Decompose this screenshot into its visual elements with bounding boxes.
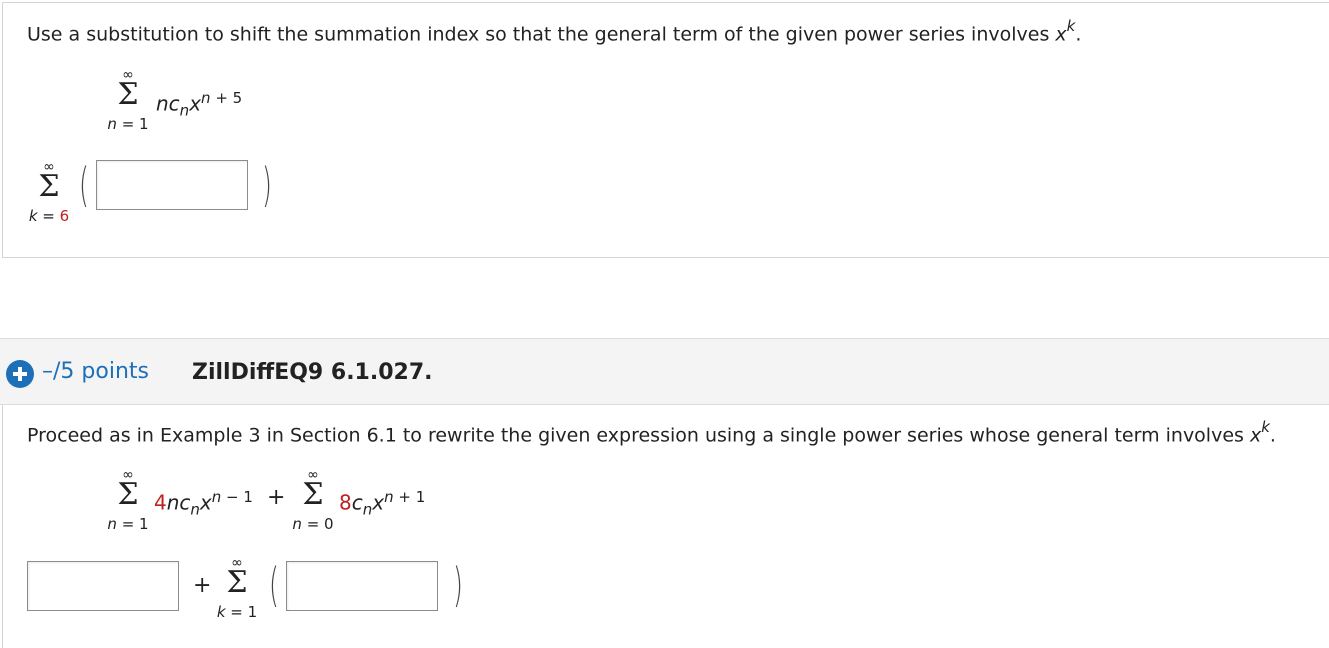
instruction-end: .	[1075, 23, 1082, 46]
right-paren: )	[453, 558, 463, 612]
question-1-instruction: Use a substitution to shift the summatio…	[27, 17, 1082, 46]
instruction-end: .	[1269, 424, 1276, 447]
first-summation: ∞ Σ n = 1	[98, 467, 158, 547]
instruction-var: x	[1055, 23, 1067, 46]
question-2-instruction: Proceed as in Example 3 in Section 6.1 t…	[27, 418, 1276, 447]
instruction-sup: k	[1261, 418, 1270, 436]
sigma-symbol: Σ	[302, 477, 324, 512]
given-series-term: ncnxn + 5	[156, 89, 243, 120]
instruction-text: Proceed as in Example 3 in Section 6.1 t…	[27, 424, 1250, 447]
sum-lower-limit: n = 1	[107, 115, 149, 133]
left-paren: (	[269, 558, 279, 612]
points-label: –/5 points	[42, 359, 149, 384]
sigma-symbol: Σ	[117, 477, 139, 512]
question-2-panel: Proceed as in Example 3 in Section 6.1 t…	[2, 405, 1329, 648]
question-id: ZillDiffEQ9 6.1.027.	[192, 360, 433, 385]
page: Use a substitution to shift the summatio…	[0, 0, 1329, 648]
plus-circle-icon[interactable]	[6, 360, 34, 388]
second-summation: ∞ Σ n = 0	[283, 467, 343, 547]
right-paren: )	[262, 158, 272, 212]
sum-lower-limit: n = 1	[107, 515, 149, 533]
sum-lower-limit: n = 0	[292, 515, 334, 533]
question-1-panel: Use a substitution to shift the summatio…	[2, 2, 1329, 258]
answer-summation: ∞ Σ k = 6	[19, 159, 79, 239]
answer-input-series-term[interactable]	[286, 561, 438, 611]
sigma-symbol: Σ	[117, 77, 139, 112]
given-summation: ∞ Σ n = 1	[98, 67, 158, 147]
instruction-var: x	[1249, 424, 1262, 447]
second-series-term: 8cnxn + 1	[339, 488, 426, 519]
answer-input-term[interactable]	[96, 160, 248, 210]
sigma-symbol: Σ	[38, 169, 60, 204]
instruction-text: Use a substitution to shift the summatio…	[27, 23, 1056, 46]
sum-lower-limit: k = 1	[216, 603, 258, 621]
left-paren: (	[79, 158, 89, 212]
instruction-sup: k	[1066, 17, 1076, 35]
first-series-term: 4ncnxn − 1	[154, 488, 253, 519]
sigma-symbol: Σ	[226, 565, 248, 600]
answer-input-leading-term[interactable]	[27, 561, 179, 611]
sum-lower-limit: k = 6	[28, 207, 70, 225]
answer-summation: ∞ Σ k = 1	[207, 555, 267, 635]
